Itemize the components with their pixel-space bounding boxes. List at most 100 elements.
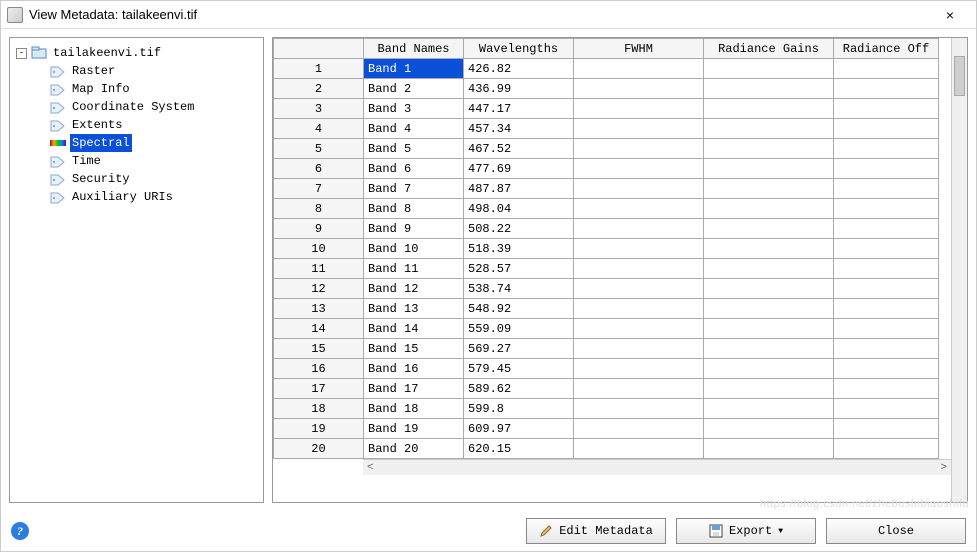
row-header[interactable]: 11 (274, 259, 364, 279)
tree-item-time[interactable]: Time (50, 152, 261, 170)
tree-item-security[interactable]: Security (50, 170, 261, 188)
row-header[interactable]: 13 (274, 299, 364, 319)
table-row[interactable]: 1Band 1426.82 (274, 59, 939, 79)
cell-radiance-off[interactable] (834, 279, 939, 299)
cell-band-name[interactable]: Band 16 (364, 359, 464, 379)
cell-radiance-gains[interactable] (704, 299, 834, 319)
cell-band-name[interactable]: Band 13 (364, 299, 464, 319)
cell-radiance-off[interactable] (834, 179, 939, 199)
cell-wavelength[interactable]: 548.92 (464, 299, 574, 319)
table-row[interactable]: 20Band 20620.15 (274, 439, 939, 459)
row-header[interactable]: 16 (274, 359, 364, 379)
cell-wavelength[interactable]: 528.57 (464, 259, 574, 279)
row-header[interactable]: 4 (274, 119, 364, 139)
hscroll-left-arrow[interactable]: < (367, 462, 374, 474)
cell-wavelength[interactable]: 620.15 (464, 439, 574, 459)
cell-fwhm[interactable] (574, 299, 704, 319)
cell-fwhm[interactable] (574, 339, 704, 359)
cell-radiance-off[interactable] (834, 419, 939, 439)
cell-fwhm[interactable] (574, 139, 704, 159)
table-row[interactable]: 9Band 9508.22 (274, 219, 939, 239)
table-row[interactable]: 18Band 18599.8 (274, 399, 939, 419)
cell-fwhm[interactable] (574, 439, 704, 459)
cell-radiance-off[interactable] (834, 199, 939, 219)
cell-radiance-gains[interactable] (704, 359, 834, 379)
table-row[interactable]: 8Band 8498.04 (274, 199, 939, 219)
cell-radiance-off[interactable] (834, 319, 939, 339)
cell-radiance-gains[interactable] (704, 379, 834, 399)
cell-radiance-off[interactable] (834, 359, 939, 379)
cell-band-name[interactable]: Band 17 (364, 379, 464, 399)
cell-fwhm[interactable] (574, 279, 704, 299)
cell-radiance-gains[interactable] (704, 119, 834, 139)
row-header[interactable]: 5 (274, 139, 364, 159)
cell-band-name[interactable]: Band 2 (364, 79, 464, 99)
cell-band-name[interactable]: Band 11 (364, 259, 464, 279)
table-row[interactable]: 17Band 17589.62 (274, 379, 939, 399)
table-row[interactable]: 13Band 13548.92 (274, 299, 939, 319)
table-row[interactable]: 14Band 14559.09 (274, 319, 939, 339)
cell-fwhm[interactable] (574, 399, 704, 419)
cell-radiance-gains[interactable] (704, 319, 834, 339)
row-header[interactable]: 12 (274, 279, 364, 299)
tree-item-extents[interactable]: Extents (50, 116, 261, 134)
cell-radiance-gains[interactable] (704, 419, 834, 439)
cell-radiance-off[interactable] (834, 379, 939, 399)
table-row[interactable]: 16Band 16579.45 (274, 359, 939, 379)
cell-fwhm[interactable] (574, 179, 704, 199)
cell-band-name[interactable]: Band 18 (364, 399, 464, 419)
cell-radiance-gains[interactable] (704, 139, 834, 159)
table-row[interactable]: 10Band 10518.39 (274, 239, 939, 259)
row-header[interactable]: 10 (274, 239, 364, 259)
cell-wavelength[interactable]: 518.39 (464, 239, 574, 259)
table-row[interactable]: 19Band 19609.97 (274, 419, 939, 439)
table-row[interactable]: 5Band 5467.52 (274, 139, 939, 159)
cell-radiance-gains[interactable] (704, 199, 834, 219)
cell-radiance-gains[interactable] (704, 99, 834, 119)
cell-wavelength[interactable]: 559.09 (464, 319, 574, 339)
cell-wavelength[interactable]: 467.52 (464, 139, 574, 159)
cell-wavelength[interactable]: 436.99 (464, 79, 574, 99)
metadata-tree-panel[interactable]: - tailakeenvi.tif RasterMap InfoCoordina… (9, 37, 264, 503)
cell-radiance-gains[interactable] (704, 439, 834, 459)
export-button[interactable]: Export ▼ (676, 518, 816, 544)
cell-wavelength[interactable]: 538.74 (464, 279, 574, 299)
cell-band-name[interactable]: Band 5 (364, 139, 464, 159)
col-wavelengths[interactable]: Wavelengths (464, 39, 574, 59)
cell-band-name[interactable]: Band 14 (364, 319, 464, 339)
cell-fwhm[interactable] (574, 79, 704, 99)
row-header[interactable]: 3 (274, 99, 364, 119)
cell-radiance-gains[interactable] (704, 219, 834, 239)
cell-radiance-off[interactable] (834, 339, 939, 359)
cell-fwhm[interactable] (574, 259, 704, 279)
cell-wavelength[interactable]: 498.04 (464, 199, 574, 219)
cell-wavelength[interactable]: 569.27 (464, 339, 574, 359)
cell-radiance-gains[interactable] (704, 399, 834, 419)
cell-fwhm[interactable] (574, 99, 704, 119)
cell-wavelength[interactable]: 589.62 (464, 379, 574, 399)
cell-fwhm[interactable] (574, 319, 704, 339)
cell-wavelength[interactable]: 508.22 (464, 219, 574, 239)
cell-radiance-gains[interactable] (704, 59, 834, 79)
table-row[interactable]: 15Band 15569.27 (274, 339, 939, 359)
tree-item-raster[interactable]: Raster (50, 62, 261, 80)
cell-band-name[interactable]: Band 19 (364, 419, 464, 439)
cell-wavelength[interactable]: 457.34 (464, 119, 574, 139)
cell-band-name[interactable]: Band 6 (364, 159, 464, 179)
row-header[interactable]: 6 (274, 159, 364, 179)
cell-radiance-off[interactable] (834, 139, 939, 159)
horizontal-scrollbar[interactable]: < > (363, 459, 951, 475)
cell-fwhm[interactable] (574, 119, 704, 139)
cell-radiance-off[interactable] (834, 99, 939, 119)
cell-wavelength[interactable]: 579.45 (464, 359, 574, 379)
row-header[interactable]: 2 (274, 79, 364, 99)
cell-radiance-off[interactable] (834, 259, 939, 279)
cell-radiance-off[interactable] (834, 299, 939, 319)
table-row[interactable]: 6Band 6477.69 (274, 159, 939, 179)
cell-wavelength[interactable]: 426.82 (464, 59, 574, 79)
row-header[interactable]: 18 (274, 399, 364, 419)
cell-fwhm[interactable] (574, 359, 704, 379)
tree-item-auxiliary-uris[interactable]: Auxiliary URIs (50, 188, 261, 206)
cell-band-name[interactable]: Band 9 (364, 219, 464, 239)
cell-wavelength[interactable]: 599.8 (464, 399, 574, 419)
